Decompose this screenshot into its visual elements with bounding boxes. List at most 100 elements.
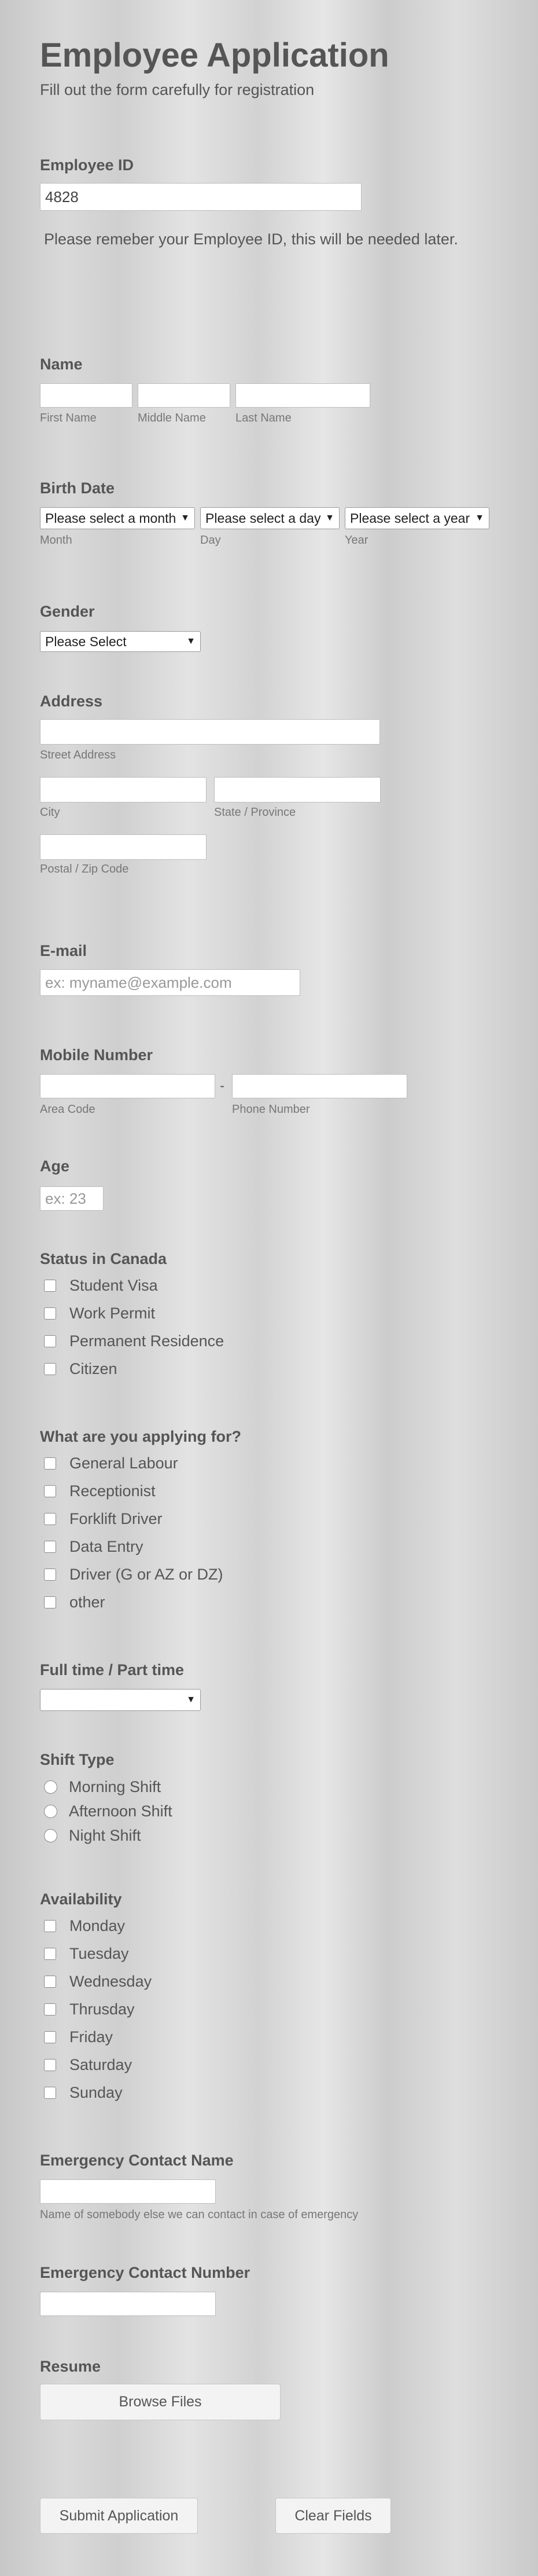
checkbox[interactable] <box>44 1457 56 1470</box>
applying-option-data-entry[interactable]: Data Entry <box>44 1538 143 1556</box>
chevron-down-icon: ▼ <box>180 513 190 523</box>
checkbox[interactable] <box>44 1335 56 1347</box>
applying-option-forklift-driver[interactable]: Forklift Driver <box>44 1510 163 1528</box>
day-sublabel: Day <box>200 534 221 547</box>
option-label: Permanent Residence <box>69 1332 224 1350</box>
phone-number-input[interactable] <box>232 1074 407 1098</box>
fulltime-label: Full time / Part time <box>40 1661 185 1679</box>
applying-option-general-labour[interactable]: General Labour <box>44 1454 178 1472</box>
checkbox[interactable] <box>44 1596 56 1608</box>
emergency-name-input[interactable] <box>40 2179 216 2204</box>
shift-option-night[interactable]: Night Shift <box>44 1827 141 1845</box>
availability-option-wednesday[interactable]: Wednesday <box>44 1973 152 1991</box>
email-input[interactable]: ex: myname@example.com <box>40 969 300 996</box>
clear-fields-button[interactable]: Clear Fields <box>275 2498 391 2534</box>
email-placeholder: ex: myname@example.com <box>45 973 232 991</box>
checkbox[interactable] <box>44 1920 56 1932</box>
option-label: Morning Shift <box>69 1778 161 1795</box>
city-sublabel: City <box>40 806 60 819</box>
postal-code-input[interactable] <box>40 834 207 860</box>
street-address-sublabel: Street Address <box>40 749 116 761</box>
gender-select-value: Please Select <box>45 633 127 649</box>
option-label: Tuesday <box>69 1945 129 1962</box>
applying-option-receptionist[interactable]: Receptionist <box>44 1482 156 1500</box>
emergency-number-label: Emergency Contact Number <box>40 2264 250 2281</box>
shift-option-morning[interactable]: Morning Shift <box>44 1778 161 1796</box>
emergency-number-input[interactable] <box>40 2292 216 2316</box>
option-label: Thrusday <box>69 2000 135 2018</box>
middle-name-input[interactable] <box>138 383 230 408</box>
submit-application-button[interactable]: Submit Application <box>40 2498 198 2534</box>
checkbox[interactable] <box>44 1569 56 1581</box>
availability-option-friday[interactable]: Friday <box>44 2028 113 2046</box>
checkbox[interactable] <box>44 1485 56 1497</box>
middle-name-sublabel: Middle Name <box>138 412 206 424</box>
option-label: Forklift Driver <box>69 1510 163 1527</box>
option-label: Receptionist <box>69 1482 156 1500</box>
status-option-student-visa[interactable]: Student Visa <box>44 1277 158 1295</box>
last-name-sublabel: Last Name <box>235 412 292 424</box>
area-code-input[interactable] <box>40 1074 215 1098</box>
page-title: Employee Application <box>40 36 389 74</box>
employee-id-input[interactable]: 4828 <box>40 183 362 211</box>
emergency-name-label: Emergency Contact Name <box>40 2152 234 2169</box>
browse-files-button[interactable]: Browse Files <box>40 2384 281 2420</box>
birth-date-label: Birth Date <box>40 479 115 497</box>
birth-year-select[interactable]: Please select a year ▼ <box>345 507 489 529</box>
state-input[interactable] <box>214 777 381 803</box>
checkbox[interactable] <box>44 1280 56 1292</box>
gender-label: Gender <box>40 603 95 620</box>
radio-button[interactable] <box>44 1829 57 1842</box>
shift-option-afternoon[interactable]: Afternoon Shift <box>44 1802 172 1820</box>
radio-button[interactable] <box>44 1805 57 1818</box>
status-label: Status in Canada <box>40 1250 167 1267</box>
year-sublabel: Year <box>345 534 369 547</box>
checkbox[interactable] <box>44 1363 56 1375</box>
birth-month-select[interactable]: Please select a month ▼ <box>40 507 195 529</box>
email-label: E-mail <box>40 942 87 959</box>
emergency-name-sublabel: Name of somebody else we can contact in … <box>40 2208 359 2221</box>
chevron-down-icon: ▼ <box>475 513 484 523</box>
chevron-down-icon: ▼ <box>186 636 196 646</box>
option-label: Wednesday <box>69 1973 152 1990</box>
status-option-permanent-residence[interactable]: Permanent Residence <box>44 1332 224 1350</box>
checkbox[interactable] <box>44 2059 56 2071</box>
status-option-citizen[interactable]: Citizen <box>44 1360 117 1378</box>
birth-month-select-value: Please select a month <box>45 510 176 526</box>
checkbox[interactable] <box>44 1948 56 1960</box>
option-label: Driver (G or AZ or DZ) <box>69 1566 223 1583</box>
checkbox[interactable] <box>44 1541 56 1553</box>
status-option-work-permit[interactable]: Work Permit <box>44 1305 155 1322</box>
checkbox[interactable] <box>44 1307 56 1320</box>
availability-option-saturday[interactable]: Saturday <box>44 2056 132 2074</box>
checkbox[interactable] <box>44 1976 56 1988</box>
checkbox[interactable] <box>44 2031 56 2043</box>
age-label: Age <box>40 1157 70 1175</box>
first-name-input[interactable] <box>40 383 132 408</box>
age-placeholder: ex: 23 <box>45 1189 86 1207</box>
state-sublabel: State / Province <box>214 806 296 819</box>
availability-option-monday[interactable]: Monday <box>44 1917 125 1935</box>
applying-option-driver[interactable]: Driver (G or AZ or DZ) <box>44 1566 223 1584</box>
option-label: Work Permit <box>69 1305 156 1322</box>
first-name-sublabel: First Name <box>40 412 97 424</box>
age-input[interactable]: ex: 23 <box>40 1186 104 1211</box>
radio-button[interactable] <box>44 1780 57 1794</box>
option-label: Afternoon Shift <box>69 1802 172 1820</box>
birth-day-select[interactable]: Please select a day ▼ <box>200 507 340 529</box>
street-address-input[interactable] <box>40 719 380 745</box>
checkbox[interactable] <box>44 2087 56 2099</box>
checkbox[interactable] <box>44 2003 56 2016</box>
area-code-sublabel: Area Code <box>40 1103 95 1116</box>
availability-option-sunday[interactable]: Sunday <box>44 2084 123 2102</box>
fulltime-select[interactable]: ▼ <box>40 1689 201 1711</box>
availability-option-tuesday[interactable]: Tuesday <box>44 1945 129 1963</box>
city-input[interactable] <box>40 777 207 803</box>
gender-select[interactable]: Please Select ▼ <box>40 631 201 652</box>
checkbox[interactable] <box>44 1513 56 1525</box>
last-name-input[interactable] <box>235 383 370 408</box>
availability-option-thursday[interactable]: Thrusday <box>44 2000 135 2018</box>
applying-option-other[interactable]: other <box>44 1593 105 1611</box>
option-label: Citizen <box>69 1360 117 1377</box>
address-label: Address <box>40 692 103 710</box>
